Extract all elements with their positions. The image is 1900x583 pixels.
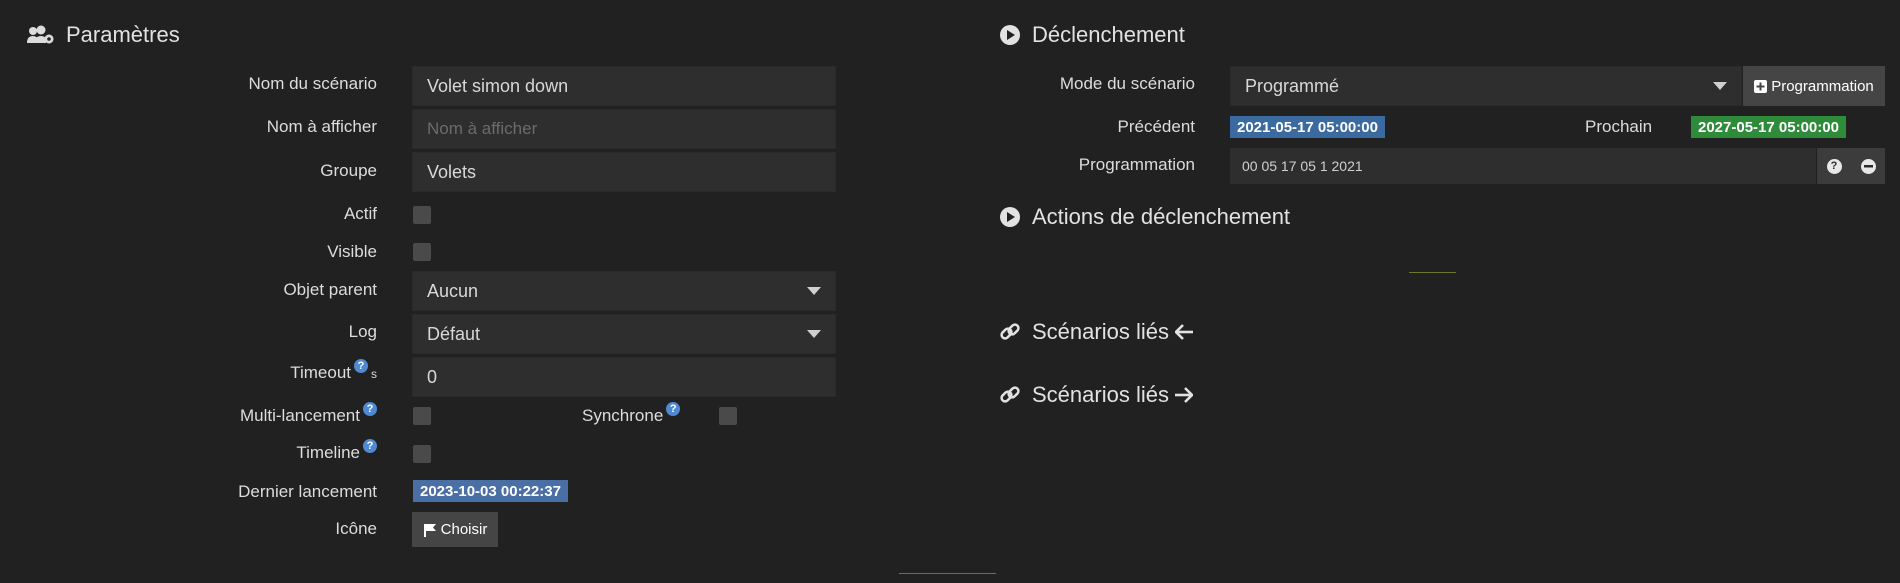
timeout-input[interactable]: 0 — [412, 357, 836, 397]
previous-label: Précédent — [1117, 117, 1196, 136]
visible-label: Visible — [327, 242, 377, 261]
log-label: Log — [348, 322, 377, 341]
linked-scenarios-out-title: Scénarios liés — [999, 382, 1193, 408]
play-circle-icon — [999, 206, 1021, 228]
linked-scenarios-in-text: Scénarios liés — [1032, 319, 1169, 344]
timeout-unit: s — [371, 367, 377, 381]
divider-bottom — [899, 573, 996, 574]
actions-divider — [1409, 272, 1456, 273]
mode-label: Mode du scénario — [1059, 74, 1195, 93]
users-cog-icon — [27, 25, 55, 45]
parent-object-value: Aucun — [427, 280, 479, 301]
trigger-actions-title: Actions de déclenchement — [999, 204, 1290, 230]
parent-object-select[interactable]: Aucun — [412, 271, 836, 311]
question-circle-icon[interactable]: ? — [363, 439, 377, 453]
add-programmation-button[interactable]: Programmation — [1743, 66, 1885, 106]
arrow-right-icon — [1174, 387, 1193, 403]
mode-select[interactable]: Programmé — [1230, 66, 1742, 106]
link-icon — [999, 321, 1021, 343]
group-input[interactable]: Volets — [412, 152, 836, 192]
scenario-name-input[interactable]: Volet simon down — [412, 66, 836, 106]
play-circle-icon — [999, 24, 1021, 46]
timeline-label: Timeline? — [296, 439, 377, 463]
chevron-down-icon — [1713, 82, 1727, 90]
last-run-label: Dernier lancement — [238, 482, 377, 501]
active-checkbox[interactable] — [413, 206, 431, 224]
choose-icon-label: Choisir — [440, 521, 488, 538]
chevron-down-icon — [807, 287, 821, 295]
multi-launch-label-text: Multi-lancement — [240, 406, 360, 425]
arrow-left-icon — [1174, 324, 1193, 340]
parametres-title-text: Paramètres — [66, 22, 180, 47]
group-label: Groupe — [320, 161, 377, 180]
log-value: Défaut — [427, 323, 481, 344]
trigger-actions-title-text: Actions de déclenchement — [1032, 204, 1291, 229]
parent-label: Objet parent — [283, 280, 377, 299]
question-circle-icon[interactable]: ? — [666, 402, 681, 416]
icon-label: Icône — [335, 519, 377, 538]
programmation-label: Programmation — [1078, 155, 1195, 174]
trigger-title: Déclenchement — [999, 22, 1185, 48]
linked-scenarios-out-text: Scénarios liés — [1032, 382, 1169, 407]
parametres-title: Paramètres — [27, 22, 180, 48]
last-run-badge: 2023-10-03 00:22:37 — [413, 480, 568, 502]
chevron-down-icon — [807, 330, 821, 338]
timeline-label-text: Timeline — [296, 443, 360, 462]
next-label: Prochain — [1585, 117, 1653, 136]
timeout-label-text: Timeout — [290, 363, 351, 382]
minus-circle-icon[interactable] — [1860, 158, 1876, 174]
mode-value: Programmé — [1245, 75, 1340, 96]
question-circle-icon[interactable]: ? — [363, 402, 377, 416]
plus-square-icon — [1754, 79, 1768, 93]
programmation-actions: ? — [1817, 148, 1885, 184]
choose-icon-button[interactable]: Choisir — [412, 512, 498, 547]
log-select[interactable]: Défaut — [412, 314, 836, 354]
timeout-label: Timeout ?s — [290, 359, 377, 383]
timeline-checkbox[interactable] — [413, 445, 431, 463]
multi-launch-label: Multi-lancement? — [240, 402, 377, 426]
active-label: Actif — [343, 204, 377, 223]
question-circle-icon[interactable]: ? — [1826, 158, 1842, 174]
question-circle-icon[interactable]: ? — [354, 359, 368, 373]
trigger-title-text: Déclenchement — [1032, 22, 1185, 47]
name-label: Nom du scénario — [248, 74, 377, 93]
programmation-input[interactable]: 00 05 17 05 1 2021 — [1230, 148, 1816, 184]
synchrone-label-text: Synchrone — [582, 406, 664, 425]
previous-badge: 2021-05-17 05:00:00 — [1230, 116, 1385, 138]
display-name-input[interactable]: Nom à afficher — [412, 109, 836, 149]
multi-launch-checkbox[interactable] — [413, 407, 431, 425]
next-badge: 2027-05-17 05:00:00 — [1691, 116, 1846, 138]
add-programmation-label: Programmation — [1771, 77, 1874, 95]
linked-scenarios-in-title: Scénarios liés — [999, 319, 1193, 345]
display-name-label: Nom à afficher — [266, 117, 377, 136]
synchrone-label: Synchrone? — [582, 402, 681, 426]
flag-icon — [423, 523, 436, 537]
synchrone-checkbox[interactable] — [719, 407, 737, 425]
visible-checkbox[interactable] — [413, 243, 431, 261]
link-icon — [999, 384, 1021, 406]
